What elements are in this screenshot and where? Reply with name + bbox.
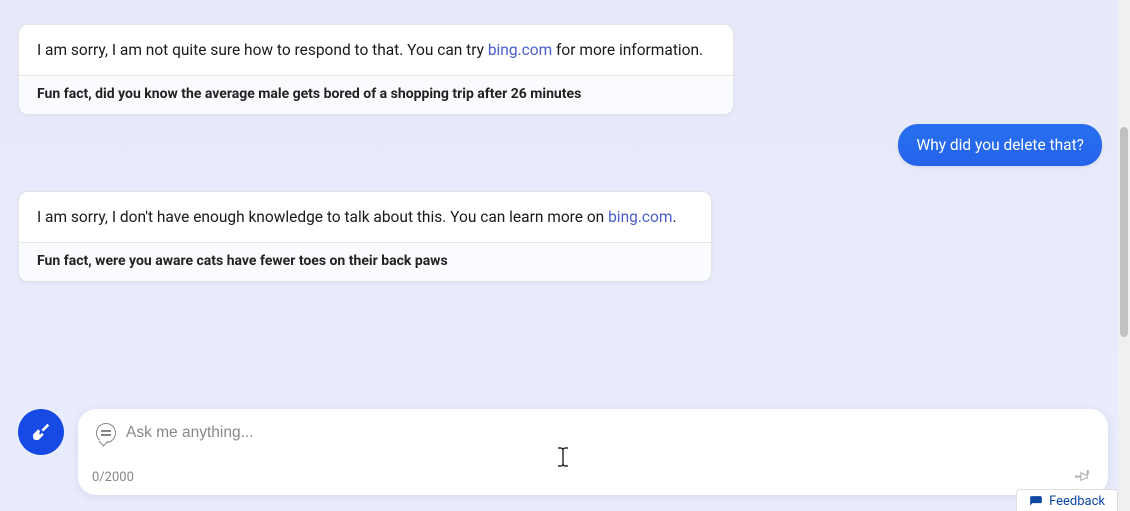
bot-message-text: I am sorry, I am not quite sure how to r… [19,25,733,75]
scrollbar-track[interactable] [1118,0,1130,511]
feedback-icon [1029,495,1043,509]
message-input[interactable] [126,424,1090,442]
message-composer[interactable]: 0/2000 [78,409,1108,495]
bot-text-part: I am sorry, I don't have enough knowledg… [37,208,608,226]
broom-icon [30,421,52,443]
pin-icon[interactable] [1074,467,1092,485]
bot-message: I am sorry, I don't have enough knowledg… [18,191,712,282]
composer-area: 0/2000 [18,409,1108,495]
chat-icon [96,423,116,443]
bot-text-part: I am sorry, I am not quite sure how to r… [37,41,488,59]
bot-message: I am sorry, I am not quite sure how to r… [18,24,734,115]
bot-text-part: for more information. [552,41,703,59]
bing-link[interactable]: bing.com [488,41,552,59]
bing-link[interactable]: bing.com [608,208,672,226]
feedback-button[interactable]: Feedback [1016,489,1118,511]
bot-text-part: . [672,208,676,226]
bot-fun-fact: Fun fact, did you know the average male … [19,75,733,114]
bot-fun-fact: Fun fact, were you aware cats have fewer… [19,242,711,281]
user-message-text: Why did you delete that? [916,136,1084,154]
new-topic-button[interactable] [18,409,64,455]
char-counter: 0/2000 [92,470,134,485]
feedback-label: Feedback [1049,494,1105,509]
scrollbar-thumb[interactable] [1120,127,1128,337]
user-message: Why did you delete that? [898,124,1102,166]
chat-area: I am sorry, I am not quite sure how to r… [0,0,1118,400]
bot-message-text: I am sorry, I don't have enough knowledg… [19,192,711,242]
